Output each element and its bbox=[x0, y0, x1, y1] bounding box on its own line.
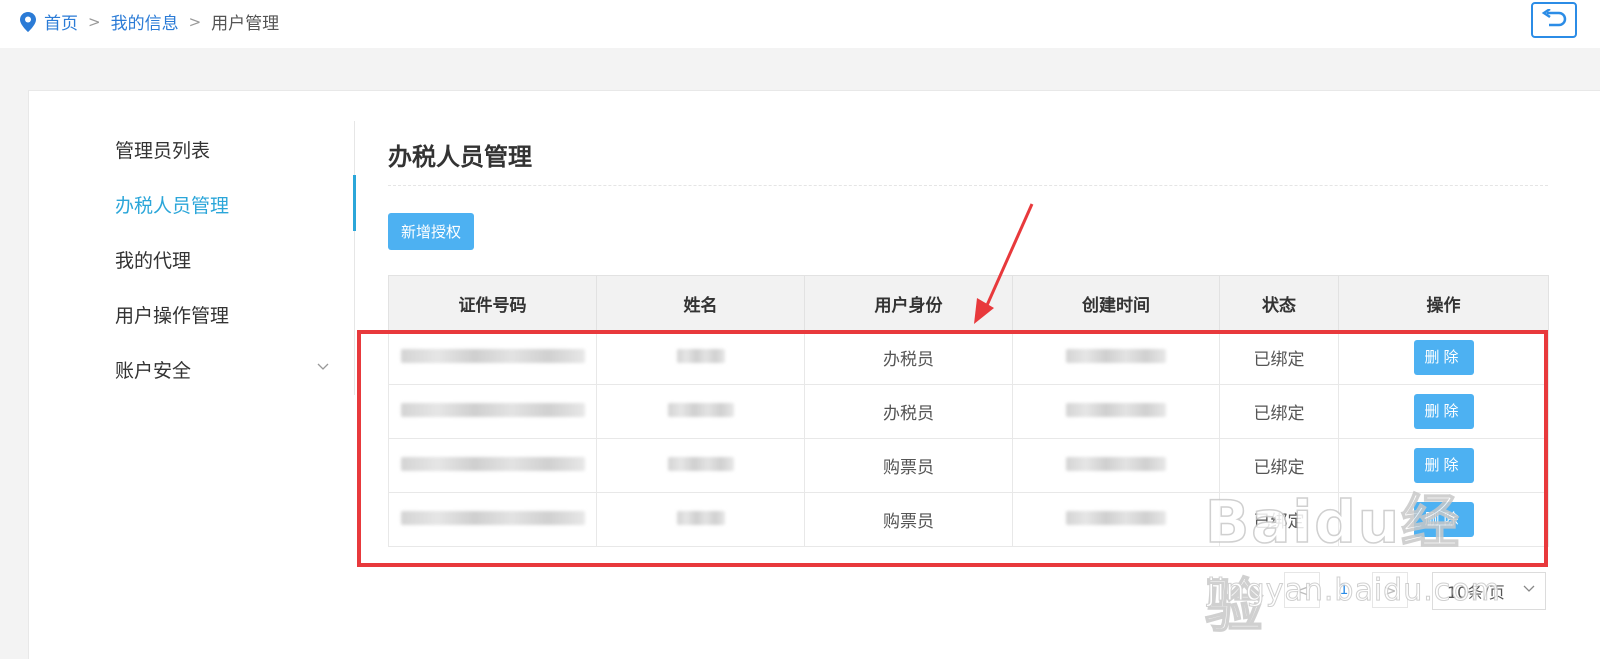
cell-role: 购票员 bbox=[804, 438, 1013, 493]
menu-item-user-operations[interactable]: 用户操作管理 bbox=[115, 289, 355, 339]
delete-button[interactable]: 删除 bbox=[1413, 448, 1474, 483]
cell-created-time-redacted bbox=[1012, 330, 1220, 385]
cell-id-number-redacted bbox=[388, 384, 597, 439]
cell-status: 已绑定 bbox=[1219, 438, 1339, 493]
breadcrumb-home[interactable]: 首页 bbox=[44, 9, 78, 34]
cell-name-redacted bbox=[596, 384, 805, 439]
pagination-next-button[interactable]: > bbox=[1372, 572, 1408, 608]
cell-action: 删除 bbox=[1338, 384, 1549, 439]
table-row: 办税员 已绑定 删除 bbox=[388, 330, 1549, 385]
breadcrumb-separator: > bbox=[188, 12, 202, 31]
table-row: 办税员 已绑定 删除 bbox=[388, 384, 1549, 439]
top-bar: 首页 > 我的信息 > 用户管理 bbox=[0, 0, 1600, 48]
cell-action: 删除 bbox=[1338, 438, 1549, 493]
cell-status: 已绑定 bbox=[1219, 384, 1339, 439]
cell-id-number-redacted bbox=[388, 330, 597, 385]
menu-item-label: 办税人员管理 bbox=[115, 194, 230, 217]
chevron-down-icon bbox=[1523, 585, 1535, 592]
back-button[interactable] bbox=[1531, 2, 1577, 38]
page-size-value: 10条/页 bbox=[1447, 583, 1505, 602]
cell-status: 已绑定 bbox=[1219, 492, 1339, 547]
table-row: 购票员 已绑定 删除 bbox=[388, 492, 1549, 547]
cell-role: 办税员 bbox=[804, 330, 1013, 385]
staff-table: 证件号码 姓名 用户身份 创建时间 状态 操作 办税员 已绑定 删除 办税员 已… bbox=[388, 275, 1549, 547]
delete-button[interactable]: 删除 bbox=[1413, 502, 1474, 537]
cell-status: 已绑定 bbox=[1219, 330, 1339, 385]
menu-item-label: 管理员列表 bbox=[115, 139, 211, 162]
header-created-time: 创建时间 bbox=[1012, 275, 1220, 331]
header-id-number: 证件号码 bbox=[388, 275, 597, 331]
menu-item-label: 账户安全 bbox=[115, 359, 192, 382]
add-authorization-button[interactable]: 新增授权 bbox=[388, 213, 474, 250]
cell-name-redacted bbox=[596, 330, 805, 385]
delete-button[interactable]: 删除 bbox=[1413, 340, 1474, 375]
breadcrumb-current: 用户管理 bbox=[211, 14, 280, 34]
cell-created-time-redacted bbox=[1012, 492, 1220, 547]
title-divider bbox=[388, 185, 1548, 186]
menu-item-tax-staff[interactable]: 办税人员管理 bbox=[115, 179, 355, 229]
menu-item-label: 我的代理 bbox=[115, 249, 192, 272]
header-role: 用户身份 bbox=[804, 275, 1013, 331]
page-title: 办税人员管理 bbox=[388, 143, 532, 171]
header-action: 操作 bbox=[1338, 275, 1549, 331]
cell-action: 删除 bbox=[1338, 492, 1549, 547]
chevron-down-icon[interactable] bbox=[317, 363, 329, 371]
cell-created-time-redacted bbox=[1012, 384, 1220, 439]
menu-item-label: 用户操作管理 bbox=[115, 304, 230, 327]
header-status: 状态 bbox=[1219, 275, 1339, 331]
pagination-page-1[interactable]: 1 bbox=[1326, 572, 1362, 608]
cell-created-time-redacted bbox=[1012, 438, 1220, 493]
table-row: 购票员 已绑定 删除 bbox=[388, 438, 1549, 493]
delete-button[interactable]: 删除 bbox=[1413, 394, 1474, 429]
breadcrumb: 首页 > 我的信息 > 用户管理 bbox=[20, 9, 279, 34]
cell-name-redacted bbox=[596, 492, 805, 547]
cell-id-number-redacted bbox=[388, 492, 597, 547]
menu-item-my-agent[interactable]: 我的代理 bbox=[115, 234, 355, 284]
page-size-select[interactable]: 10条/页 bbox=[1432, 572, 1546, 610]
cell-id-number-redacted bbox=[388, 438, 597, 493]
breadcrumb-my-info[interactable]: 我的信息 bbox=[111, 9, 179, 34]
menu-item-admin-list[interactable]: 管理员列表 bbox=[115, 124, 355, 174]
header-name: 姓名 bbox=[596, 275, 805, 331]
return-arrow-icon bbox=[1541, 9, 1567, 27]
cell-name-redacted bbox=[596, 438, 805, 493]
side-menu: 管理员列表 办税人员管理 我的代理 用户操作管理 账户安全 bbox=[57, 121, 356, 395]
pagination-prev-button[interactable]: < bbox=[1284, 572, 1320, 608]
location-pin-icon bbox=[20, 11, 36, 32]
menu-active-indicator bbox=[353, 175, 356, 231]
cell-action: 删除 bbox=[1338, 330, 1549, 385]
main-card: 管理员列表 办税人员管理 我的代理 用户操作管理 账户安全 办税人员管理 新增授… bbox=[28, 90, 1600, 659]
breadcrumb-separator: > bbox=[88, 12, 101, 31]
table-header-row: 证件号码 姓名 用户身份 创建时间 状态 操作 bbox=[388, 275, 1549, 331]
cell-role: 办税员 bbox=[804, 384, 1013, 439]
cell-role: 购票员 bbox=[804, 492, 1013, 547]
